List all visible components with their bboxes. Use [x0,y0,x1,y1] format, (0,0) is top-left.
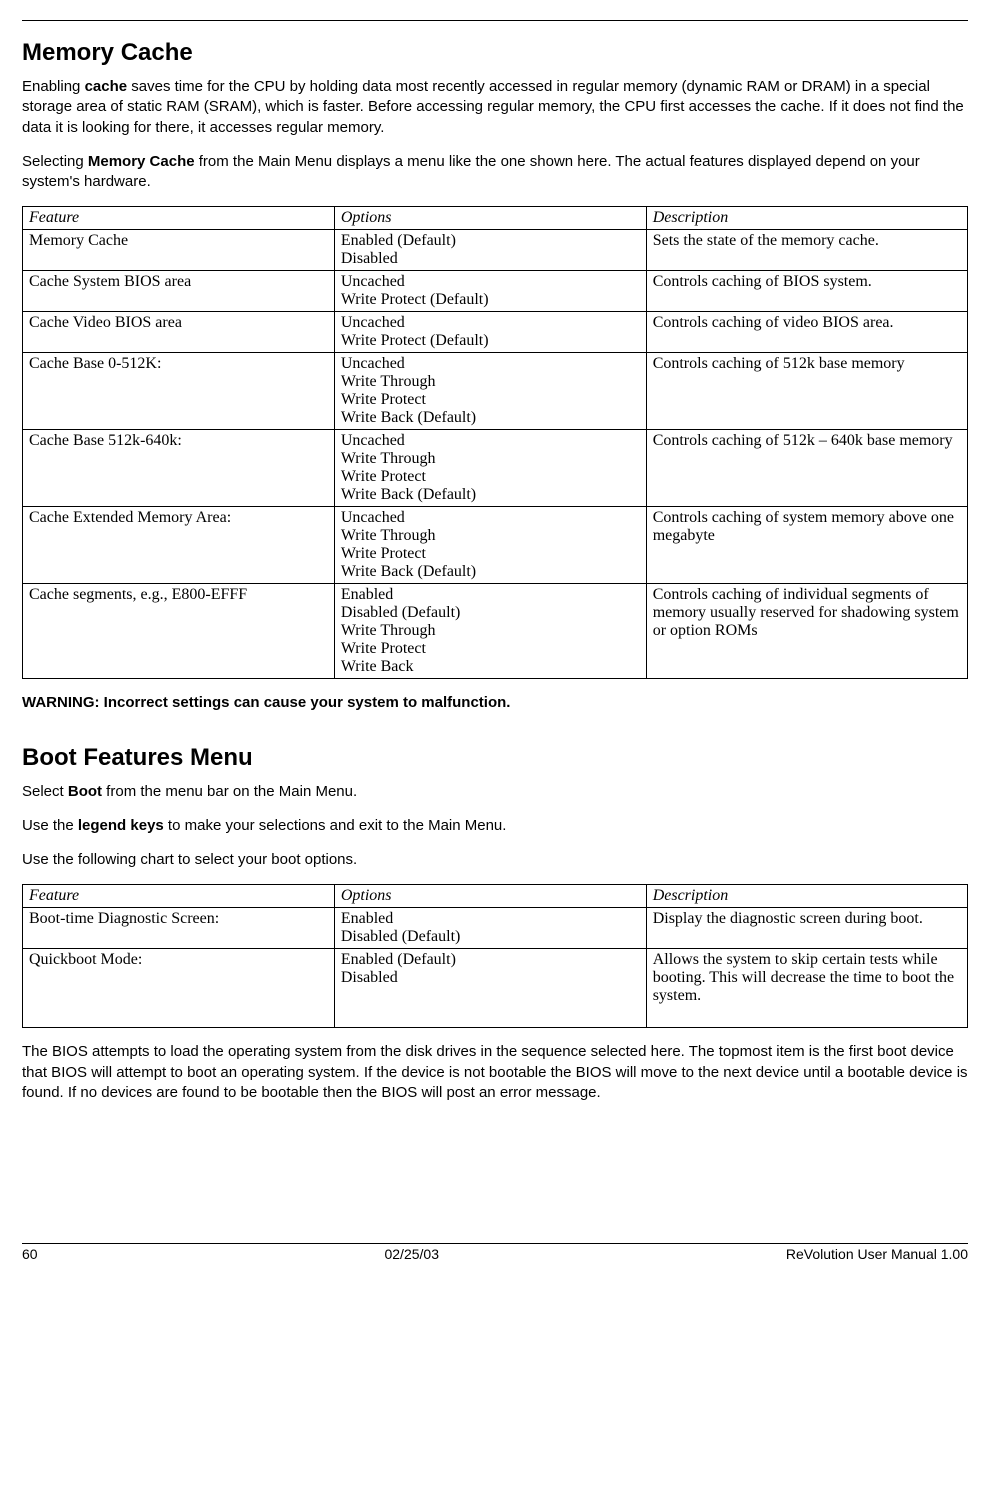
cell-feature: Cache Extended Memory Area: [23,507,335,584]
option-line: Write Protect (Default) [341,291,640,309]
option-line: Enabled (Default) [341,951,640,969]
cell-description: Controls caching of BIOS system. [646,271,967,312]
option-line: Write Protect [341,468,640,486]
cell-description: Controls caching of individual segments … [646,584,967,679]
option-line: Write Back [341,658,640,676]
cell-options: Enabled (Default)Disabled [334,230,646,271]
text: Select [22,783,68,800]
cell-feature: Cache Video BIOS area [23,312,335,353]
footer-date: 02/25/03 [384,1246,439,1262]
intro-paragraph-1: Enabling cache saves time for the CPU by… [22,77,968,138]
text: Use the [22,817,78,834]
table-row: Cache Extended Memory Area:UncachedWrite… [23,507,968,584]
table-row: Cache Base 0-512K:UncachedWrite ThroughW… [23,353,968,430]
cell-description: Sets the state of the memory cache. [646,230,967,271]
col-options: Options [334,207,646,230]
boot-paragraph-2: Use the legend keys to make your selecti… [22,816,968,836]
cell-feature: Memory Cache [23,230,335,271]
option-line: Write Protect [341,640,640,658]
option-line: Write Through [341,622,640,640]
text: to make your selections and exit to the … [164,817,507,834]
option-line: Disabled (Default) [341,928,640,946]
cell-feature: Cache segments, e.g., E800-EFFF [23,584,335,679]
option-line: Disabled [341,250,640,268]
cell-options: UncachedWrite ThroughWrite ProtectWrite … [334,353,646,430]
bold-legend-keys: legend keys [78,817,164,834]
col-description: Description [646,207,967,230]
text: saves time for the CPU by holding data m… [22,78,964,136]
cell-options: EnabledDisabled (Default) [334,908,646,949]
option-line: Disabled (Default) [341,604,640,622]
top-rule [22,20,968,21]
table-header-row: Feature Options Description [23,885,968,908]
table-row: Quickboot Mode:Enabled (Default)Disabled… [23,949,968,1028]
bold-memory-cache: Memory Cache [88,153,195,170]
cell-options: EnabledDisabled (Default)Write ThroughWr… [334,584,646,679]
option-line: Uncached [341,355,640,373]
option-line: Write Back (Default) [341,409,640,427]
option-line: Write Through [341,450,640,468]
text: Selecting [22,153,88,170]
table-row: Memory CacheEnabled (Default)DisabledSet… [23,230,968,271]
table-row: Cache segments, e.g., E800-EFFFEnabledDi… [23,584,968,679]
cell-description: Controls caching of 512k – 640k base mem… [646,430,967,507]
option-line: Write Protect [341,545,640,563]
cell-description: Controls caching of video BIOS area. [646,312,967,353]
heading-boot-features: Boot Features Menu [22,744,968,772]
option-line: Uncached [341,314,640,332]
option-line: Uncached [341,432,640,450]
cell-options: UncachedWrite ThroughWrite ProtectWrite … [334,507,646,584]
footer-manual: ReVolution User Manual 1.00 [786,1246,968,1262]
option-line: Write Protect [341,391,640,409]
option-line: Write Through [341,373,640,391]
option-line: Write Back (Default) [341,563,640,581]
boot-paragraph-1: Select Boot from the menu bar on the Mai… [22,782,968,802]
option-line: Enabled (Default) [341,232,640,250]
warning-text: WARNING: Incorrect settings can cause yo… [22,693,968,713]
option-line: Uncached [341,273,640,291]
table-row: Boot-time Diagnostic Screen:EnabledDisab… [23,908,968,949]
cell-feature: Quickboot Mode: [23,949,335,1028]
option-line: Disabled [341,969,640,987]
cell-options: UncachedWrite Protect (Default) [334,312,646,353]
table-row: Cache Video BIOS areaUncachedWrite Prote… [23,312,968,353]
cell-options: UncachedWrite ThroughWrite ProtectWrite … [334,430,646,507]
table-header-row: Feature Options Description [23,207,968,230]
closing-paragraph: The BIOS attempts to load the operating … [22,1042,968,1103]
cell-description: Allows the system to skip certain tests … [646,949,967,1028]
cell-options: UncachedWrite Protect (Default) [334,271,646,312]
col-description: Description [646,885,967,908]
option-line: Write Back (Default) [341,486,640,504]
col-feature: Feature [23,207,335,230]
cell-description: Controls caching of 512k base memory [646,353,967,430]
table-row: Cache System BIOS areaUncachedWrite Prot… [23,271,968,312]
bold-boot: Boot [68,783,102,800]
bold-cache: cache [85,78,128,95]
boot-paragraph-3: Use the following chart to select your b… [22,850,968,870]
cell-description: Controls caching of system memory above … [646,507,967,584]
cell-options: Enabled (Default)Disabled [334,949,646,1028]
option-line: Enabled [341,586,640,604]
option-line: Enabled [341,910,640,928]
option-line: Write Through [341,527,640,545]
boot-features-table: Feature Options Description Boot-time Di… [22,884,968,1028]
col-feature: Feature [23,885,335,908]
cell-feature: Boot-time Diagnostic Screen: [23,908,335,949]
intro-paragraph-2: Selecting Memory Cache from the Main Men… [22,152,968,193]
page-footer: 60 02/25/03 ReVolution User Manual 1.00 [22,1243,968,1262]
table-row: Cache Base 512k-640k:UncachedWrite Throu… [23,430,968,507]
text: Enabling [22,78,85,95]
text: from the menu bar on the Main Menu. [102,783,357,800]
memory-cache-table: Feature Options Description Memory Cache… [22,206,968,679]
cell-description: Display the diagnostic screen during boo… [646,908,967,949]
col-options: Options [334,885,646,908]
option-line: Uncached [341,509,640,527]
heading-memory-cache: Memory Cache [22,39,968,67]
page-number: 60 [22,1246,38,1262]
cell-feature: Cache Base 512k-640k: [23,430,335,507]
cell-feature: Cache Base 0-512K: [23,353,335,430]
cell-feature: Cache System BIOS area [23,271,335,312]
option-line: Write Protect (Default) [341,332,640,350]
